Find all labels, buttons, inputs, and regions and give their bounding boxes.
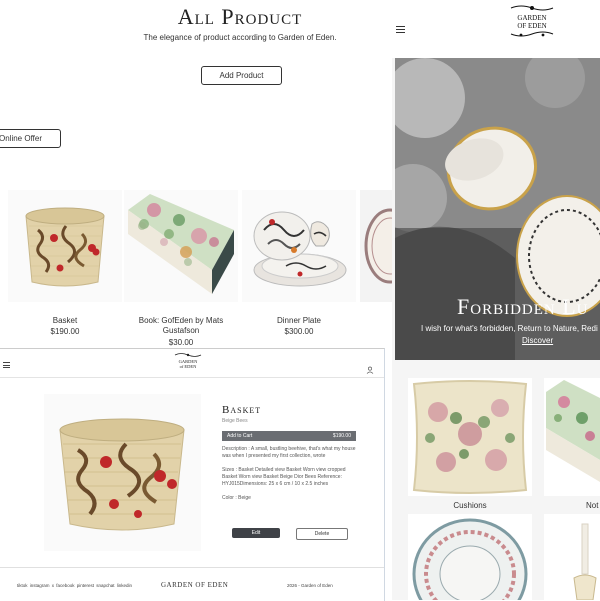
footer-logo: GARDEN OF EDEN <box>161 581 229 589</box>
product-description: Description : A small, bustling beehive,… <box>222 446 356 459</box>
page-subtitle: The elegance of product according to Gar… <box>143 33 337 42</box>
home-page-section: GARDEN OF EDEN Forbidden Lu I wish for w… <box>392 0 600 600</box>
hero-banner: Forbidden Lu I wish for what's forbidden… <box>395 58 600 360</box>
product-detail-section: GARDEN of EDEN Basket Beige Bees Add to … <box>0 348 385 601</box>
footer-social-links[interactable]: tiktok instagram x facebook pinterest sn… <box>17 583 132 588</box>
all-product-section: All Product The elegance of product acco… <box>0 0 392 348</box>
logo-ornament-icon <box>510 31 554 37</box>
category-card-candle[interactable] <box>544 514 600 600</box>
logo-text-line2: OF EDEN <box>517 22 547 30</box>
product-subtitle: Beige Bees <box>222 418 248 424</box>
product-image-partial[interactable] <box>360 190 392 302</box>
add-to-cart-price: $190.00 <box>332 433 351 439</box>
product-sizes: Sizes : Basket Detailed view Basket Worn… <box>222 467 346 487</box>
cushion-image <box>412 380 528 494</box>
site-header: GARDEN OF EDEN <box>392 0 600 58</box>
book-image <box>546 380 600 482</box>
product-image-book[interactable] <box>124 190 238 302</box>
category-card-partial[interactable] <box>544 378 600 496</box>
category-label[interactable]: Not <box>586 501 600 510</box>
plate-image <box>364 208 392 284</box>
site-logo[interactable]: GARDEN of EDEN <box>168 352 208 369</box>
product-image-dinner-plate[interactable] <box>242 190 356 302</box>
page-title: All Product <box>177 4 303 29</box>
discover-link[interactable]: Discover <box>522 336 553 345</box>
product-color: Color : Beige <box>222 495 251 501</box>
product-name[interactable]: Book: GofEden by Mats Gustafson <box>124 316 238 336</box>
logo-ornament-icon <box>510 5 554 11</box>
product-image-basket[interactable] <box>8 190 122 302</box>
candle-image <box>573 523 597 600</box>
add-product-button[interactable]: Add Product <box>201 66 282 85</box>
header-divider <box>0 377 384 378</box>
dinner-plate-image <box>253 211 347 287</box>
product-main-image <box>44 394 201 551</box>
logo-ornament-icon <box>174 353 202 357</box>
logo-text-line2: of EDEN <box>179 364 197 369</box>
hero-subtitle: I wish for what's forbidden, Return to N… <box>421 324 598 333</box>
product-name[interactable]: Dinner Plate <box>242 316 356 325</box>
hamburger-icon[interactable] <box>3 362 10 368</box>
add-to-cart-button[interactable]: Add to Cart $190.00 <box>222 431 356 441</box>
online-offer-button[interactable]: Online Offer <box>0 129 61 148</box>
site-logo[interactable]: GARDEN OF EDEN <box>502 4 562 40</box>
footer-divider <box>0 567 384 568</box>
hamburger-icon[interactable] <box>396 26 405 35</box>
category-label[interactable]: Cushions <box>408 501 532 510</box>
add-to-cart-label: Add to Cart <box>227 433 253 439</box>
product-price: $190.00 <box>50 327 80 336</box>
edit-button[interactable]: Edit <box>232 528 280 538</box>
product-name[interactable]: Basket <box>8 316 122 325</box>
book-image <box>128 194 234 294</box>
delete-button[interactable]: Delete <box>296 528 348 540</box>
product-price: $30.00 <box>168 338 194 347</box>
plate-image <box>412 518 528 600</box>
logo-text-line1: GARDEN <box>517 14 547 22</box>
footer-copyright: 2026 - Garden of Eden <box>287 583 333 588</box>
category-card-cushions[interactable] <box>408 378 532 496</box>
category-card-plates[interactable] <box>408 514 532 600</box>
product-title: Basket <box>222 404 262 416</box>
product-price: $300.00 <box>284 327 314 336</box>
basket-image <box>25 207 105 287</box>
hero-title: Forbidden Lu <box>457 294 589 319</box>
basket-image <box>59 418 185 531</box>
